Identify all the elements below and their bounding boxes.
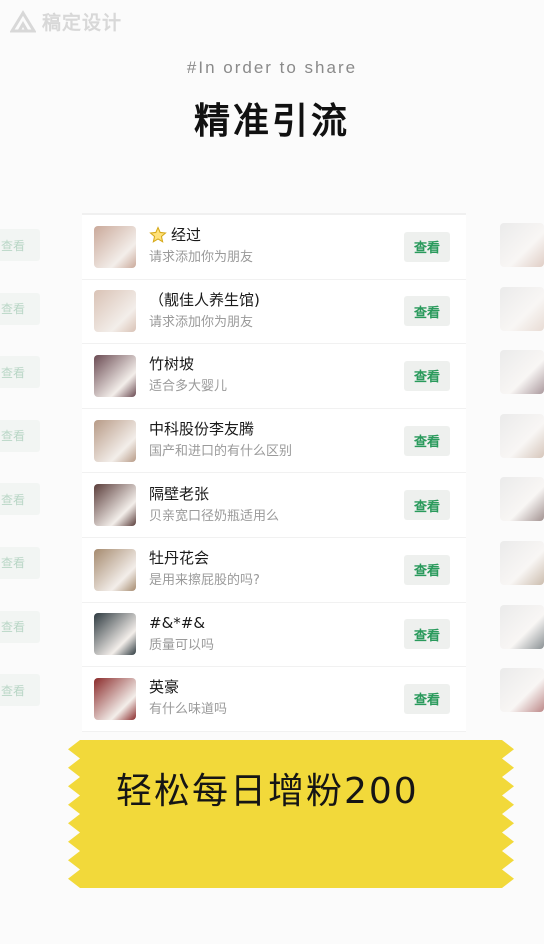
list-item[interactable]: 隔壁老张 贝亲宽口径奶瓶适用么 查看: [82, 473, 466, 538]
request-message: 国产和进口的有什么区别: [149, 444, 293, 460]
avatar[interactable]: [94, 677, 136, 720]
contact-name: 竹树坡: [149, 354, 404, 374]
left-ghost-column: 查看 查看 查看 查看 查看 查看 查看 查看: [0, 215, 56, 738]
ghost-view-button: 查看: [0, 419, 40, 452]
ghost-view-button: 查看: [0, 292, 40, 325]
watermark: 稿定设计: [10, 8, 122, 35]
list-item-info: 牡丹花会是用来擦屁股的吗?: [149, 548, 404, 591]
ghost-avatar: [500, 286, 544, 331]
contact-name-text: 隔壁老张: [149, 484, 210, 503]
avatar[interactable]: [94, 419, 136, 462]
star-icon: [149, 226, 167, 244]
ghost-avatar: [500, 540, 544, 585]
watermark-logo-icon: [10, 9, 36, 32]
avatar[interactable]: [94, 484, 136, 527]
list-item[interactable]: #&*#& 质量可以吗 查看: [82, 603, 466, 668]
contact-name: 中科股份李友腾: [149, 419, 404, 439]
ghost-avatar: [500, 413, 544, 458]
view-button[interactable]: 查看: [404, 231, 450, 262]
list-item-info: （靓佳人养生馆) 请求添加你为朋友: [149, 290, 404, 333]
view-button[interactable]: 查看: [404, 554, 450, 585]
request-message: 有什么味道吗: [149, 702, 228, 718]
avatar[interactable]: [94, 290, 136, 333]
ghost-avatar: [500, 477, 544, 522]
contact-name: 经过: [149, 225, 404, 245]
contact-name-text: 英豪: [149, 678, 180, 697]
request-message: 贝亲宽口径奶瓶适用么: [149, 508, 280, 524]
contact-name-text: （靓佳人养生馆): [149, 290, 260, 309]
banner-text: 轻松每日增粉200: [116, 771, 419, 812]
view-button[interactable]: 查看: [404, 683, 450, 714]
contact-name-text: 竹树坡: [149, 355, 195, 374]
right-ghost-column: [500, 215, 544, 732]
request-message: 是用来擦屁股的吗?: [149, 573, 260, 589]
request-message: 适合多大婴儿: [149, 379, 228, 395]
contact-name: （靓佳人养生馆): [149, 290, 404, 310]
ghost-view-button: 查看: [0, 356, 40, 389]
list-item[interactable]: 中科股份李友腾 国产和进口的有什么区别 查看: [82, 409, 466, 474]
request-message: 请求添加你为朋友: [149, 250, 254, 266]
view-button[interactable]: 查看: [404, 619, 450, 650]
list-item-info: 经过请求添加你为朋友: [149, 225, 404, 268]
contact-name: 牡丹花会: [149, 548, 404, 568]
ghost-avatar: [500, 668, 544, 713]
contact-name: #&*#&: [149, 613, 404, 633]
ghost-view-button: 查看: [0, 610, 40, 643]
ghost-view-button: 查看: [0, 229, 40, 261]
ghost-view-button: 查看: [0, 674, 40, 707]
list-item-info: 隔壁老张贝亲宽口径奶瓶适用么: [149, 484, 404, 527]
contact-name: 隔壁老张: [149, 484, 404, 504]
contact-name: 英豪: [149, 677, 404, 697]
contact-name-text: 经过: [171, 226, 202, 245]
contact-name-text: #&*#&: [149, 613, 206, 632]
request-message: 请求添加你为朋友: [149, 314, 254, 330]
request-message: 质量可以吗: [149, 637, 215, 653]
list-item[interactable]: 经过 请求添加你为朋友 查看: [82, 215, 466, 280]
view-button[interactable]: 查看: [404, 490, 450, 521]
contact-name-text: 中科股份李友腾: [149, 420, 255, 439]
list-item[interactable]: （靓佳人养生馆) 请求添加你为朋友 查看: [82, 280, 466, 345]
view-button[interactable]: 查看: [404, 296, 450, 327]
list-item-info: 英豪 有什么味道吗: [149, 677, 404, 720]
list-item[interactable]: 竹树坡 适合多大婴儿 查看: [82, 344, 466, 409]
list-item-info: 竹树坡 适合多大婴儿: [149, 354, 404, 397]
ghost-view-button: 查看: [0, 483, 40, 516]
avatar[interactable]: [94, 548, 136, 591]
ghost-avatar: [500, 350, 544, 395]
page-title: 精准引流: [193, 101, 350, 142]
page-subtitle: #In order to share: [186, 58, 358, 77]
watermark-text: 稿定设计: [42, 12, 123, 34]
ghost-avatar: [500, 223, 544, 267]
list-item[interactable]: 牡丹花会 是用来擦屁股的吗? 查看: [82, 538, 466, 603]
friend-request-list: 经过 请求添加你为朋友 查看 （靓佳人养生馆) 请求添加你为朋友 查看 竹树坡 适合多大婴儿查…: [82, 213, 466, 732]
contact-name-text: 牡丹花会: [149, 549, 210, 568]
avatar[interactable]: [94, 354, 136, 397]
avatar[interactable]: [94, 225, 136, 268]
view-button[interactable]: 查看: [404, 360, 450, 391]
avatar[interactable]: [94, 613, 136, 656]
ghost-view-button: 查看: [0, 546, 40, 579]
list-item[interactable]: 英豪 有什么味道吗 查看: [82, 667, 466, 732]
ghost-avatar: [500, 604, 544, 649]
list-item-info: #&*#& 质量可以吗: [149, 613, 404, 656]
view-button[interactable]: 查看: [404, 425, 450, 456]
list-item-info: 中科股份李友腾国产和进口的有什么区别: [149, 419, 404, 462]
